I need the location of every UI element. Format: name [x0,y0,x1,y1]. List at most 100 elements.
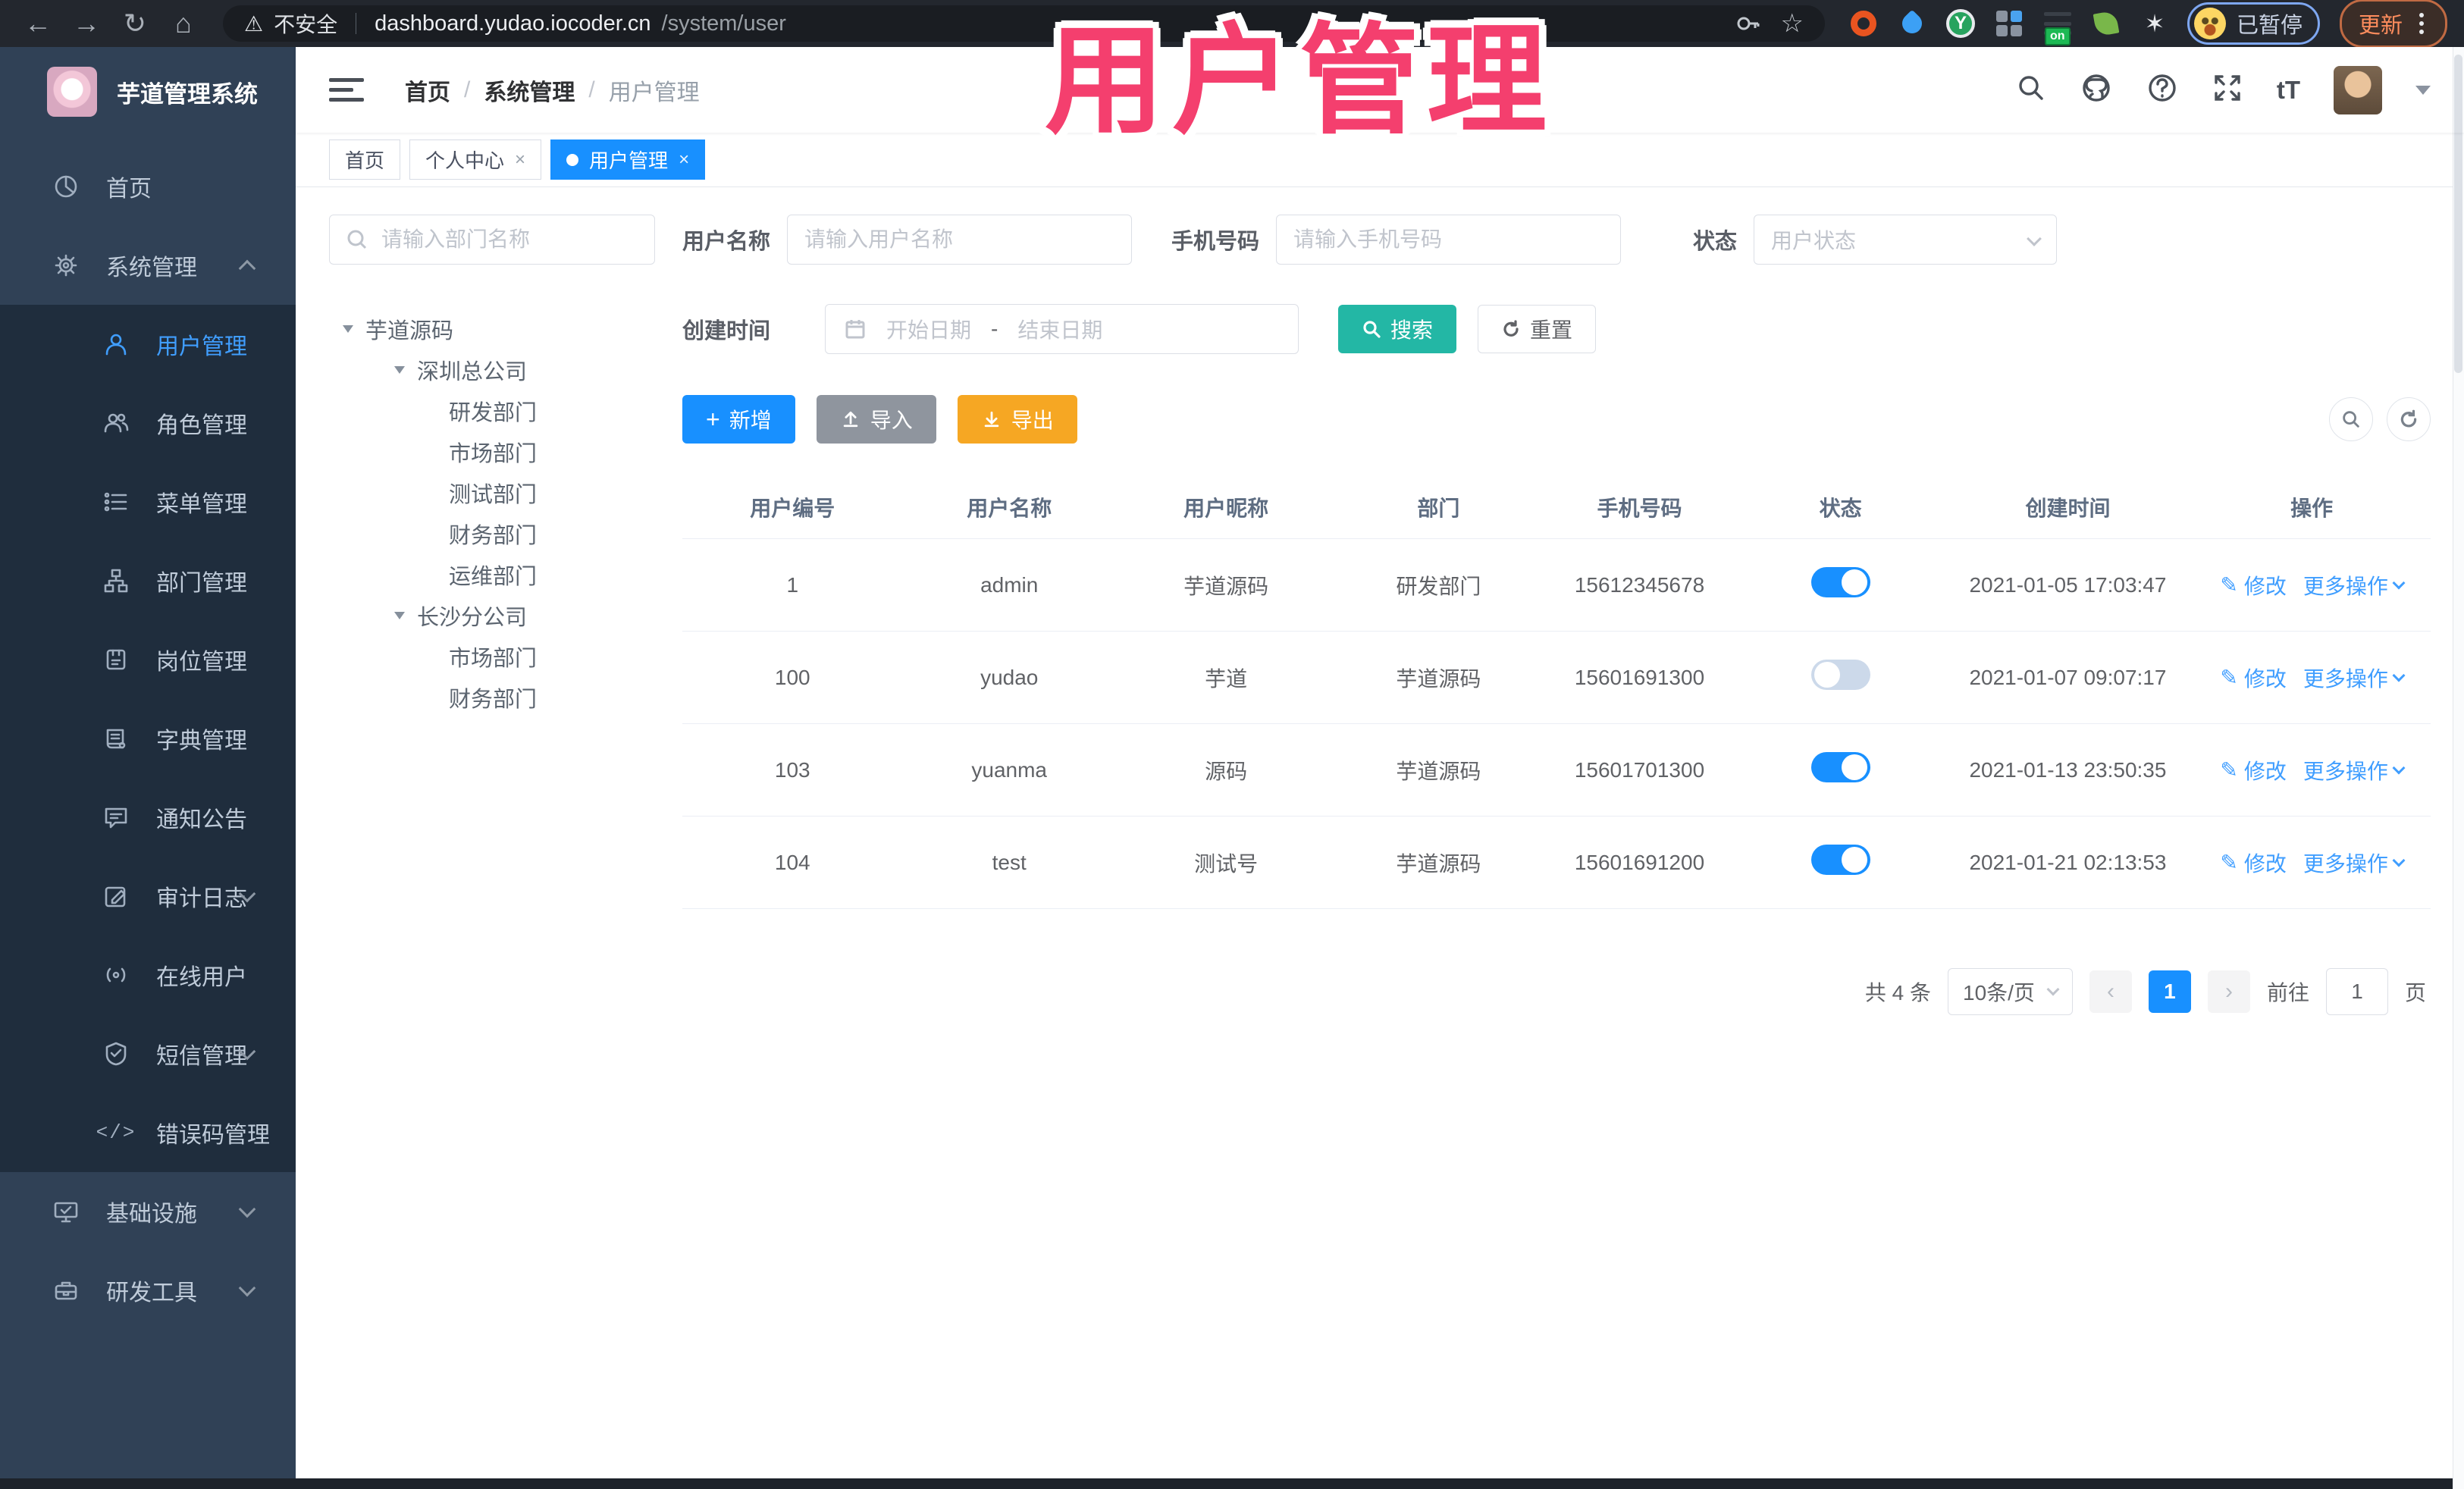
font-size-icon[interactable]: tT [2277,76,2300,105]
username-input[interactable] [787,215,1133,265]
extension-green-y-icon[interactable]: Y [1945,9,1975,38]
tree-node[interactable]: 财务部门 [329,677,655,718]
more-actions-link[interactable]: 更多操作 [2303,755,2406,785]
caret-icon[interactable] [343,325,353,333]
fullscreen-icon[interactable] [2212,72,2243,108]
reset-button[interactable]: 重置 [1478,305,1597,353]
scrollbar[interactable] [2453,47,2464,1489]
show-search-button[interactable] [2329,397,2373,441]
bookmark-star-icon[interactable]: ☆ [1780,8,1803,39]
browser-update-button[interactable]: 更新 [2339,0,2447,48]
caret-icon[interactable] [394,366,405,374]
back-icon[interactable]: ← [17,8,59,39]
dept-tree: 芋道源码 深圳总公司 研发部门 市场部门 测试部门 财务部门 运维部门 长沙分公… [329,309,655,718]
tree-node[interactable]: 测试部门 [329,472,655,513]
help-icon[interactable] [2146,72,2178,108]
pagination: 共 4 条 10条/页 ‹ 1 › 前往 页 [682,968,2431,1015]
more-actions-link[interactable]: 更多操作 [2303,570,2406,600]
tab-home[interactable]: 首页 [329,139,401,180]
date-range-picker[interactable]: 开始日期 - 结束日期 [825,304,1299,354]
more-actions-link[interactable]: 更多操作 [2303,848,2406,878]
tree-node[interactable]: 研发部门 [329,390,655,431]
tree-node[interactable]: 财务部门 [329,513,655,554]
sidebar-item-notice[interactable]: 通知公告 [0,778,296,857]
sidebar-item-home[interactable]: 首页 [0,147,296,226]
sidebar-item-role-mgmt[interactable]: 角色管理 [0,384,296,462]
import-button[interactable]: 导入 [816,395,936,444]
extension-grid-icon[interactable] [1995,9,2024,38]
status-toggle[interactable] [1810,567,1870,597]
sidebar-item-error-code[interactable]: </> 错误码管理 [0,1093,296,1172]
breadcrumb-system[interactable]: 系统管理 [484,74,575,107]
tab-profile[interactable]: 个人中心 × [409,139,542,180]
status-select[interactable]: 用户状态 [1754,215,2058,265]
forward-icon[interactable]: → [65,8,108,39]
search-button[interactable]: 搜索 [1338,305,1457,353]
refresh-icon [1503,320,1519,337]
url-path: /system/user [661,11,786,36]
sidebar-item-dev-tools[interactable]: 研发工具 [0,1251,296,1330]
sidebar: 芋道管理系统 首页 系统管理 用户管理 角色管理 菜单管理 部门管理 岗位管理 … [0,47,296,1478]
code-icon: </> [96,1121,136,1144]
reload-icon[interactable]: ↻ [114,8,156,39]
tree-node[interactable]: 运维部门 [329,554,655,595]
tree-node[interactable]: 市场部门 [329,431,655,472]
tree-node[interactable]: 芋道源码 [329,309,655,350]
dept-search-input[interactable] [329,215,655,265]
extension-leaf-icon[interactable] [2092,9,2121,38]
status-toggle[interactable] [1810,845,1870,875]
collapse-sidebar-icon[interactable] [329,78,364,102]
tab-user-mgmt[interactable]: 用户管理 × [550,139,706,180]
shield-check-icon [100,1041,132,1067]
browser-profile-chip[interactable]: 已暂停 [2187,2,2320,45]
export-button[interactable]: 导出 [957,395,1077,444]
add-button[interactable]: + 新增 [682,395,795,444]
browser-menu-icon[interactable] [2415,13,2428,34]
status-label: 状态 [1693,230,1738,254]
sidebar-item-audit-log[interactable]: 审计日志 [0,857,296,936]
prev-page-button[interactable]: ‹ [2089,970,2132,1013]
next-page-button[interactable]: › [2207,970,2250,1013]
edit-link[interactable]: ✎ 修改 [2220,570,2286,600]
mobile-input[interactable] [1276,215,1622,265]
goto-page-input[interactable] [2325,968,2388,1015]
chevron-down-icon [2027,231,2042,246]
extension-switch-icon[interactable]: on [2043,9,2072,45]
home-icon[interactable]: ⌂ [162,8,205,39]
sidebar-item-post-mgmt[interactable]: 岗位管理 [0,620,296,699]
edit-link[interactable]: ✎ 修改 [2220,663,2286,693]
current-page[interactable]: 1 [2148,970,2191,1013]
page-size-select[interactable]: 10条/页 [1947,968,2073,1015]
breadcrumb-home[interactable]: 首页 [405,74,450,107]
sidebar-item-sms-mgmt[interactable]: 短信管理 [0,1014,296,1093]
sidebar-item-user-mgmt[interactable]: 用户管理 [0,305,296,384]
more-actions-link[interactable]: 更多操作 [2303,663,2406,693]
status-toggle[interactable] [1810,660,1870,690]
sidebar-item-menu-mgmt[interactable]: 菜单管理 [0,462,296,541]
close-icon[interactable]: × [515,149,525,171]
close-icon[interactable]: × [679,149,689,171]
refresh-button[interactable] [2387,397,2431,441]
tree-node[interactable]: 深圳总公司 [329,350,655,390]
edit-link[interactable]: ✎ 修改 [2220,755,2286,785]
address-bar[interactable]: ⚠ 不安全 dashboard.yudao.iocoder.cn /system… [223,5,1825,42]
sidebar-item-dict-mgmt[interactable]: 字典管理 [0,699,296,778]
sidebar-item-online-users[interactable]: 在线用户 [0,936,296,1014]
sidebar-item-infrastructure[interactable]: 基础设施 [0,1172,296,1251]
tree-node[interactable]: 长沙分公司 [329,595,655,636]
sidebar-item-dept-mgmt[interactable]: 部门管理 [0,541,296,620]
github-icon[interactable] [2080,71,2113,108]
caret-icon[interactable] [394,612,405,619]
extension-drop-icon[interactable] [1898,9,1926,38]
edit-link[interactable]: ✎ 修改 [2220,848,2286,878]
extension-orange-icon[interactable] [1849,9,1878,38]
extensions-puzzle-icon[interactable]: ✶ [2140,9,2169,38]
user-panel: 用户名称 手机号码 状态 用户状态 创建时间 [682,215,2431,1478]
status-toggle[interactable] [1810,752,1870,782]
avatar-dropdown-icon[interactable] [2415,85,2431,95]
key-icon[interactable] [1735,11,1760,36]
user-avatar[interactable] [2334,65,2382,114]
sidebar-item-system[interactable]: 系统管理 [0,226,296,305]
search-icon[interactable] [2016,73,2046,107]
tree-node[interactable]: 市场部门 [329,636,655,677]
